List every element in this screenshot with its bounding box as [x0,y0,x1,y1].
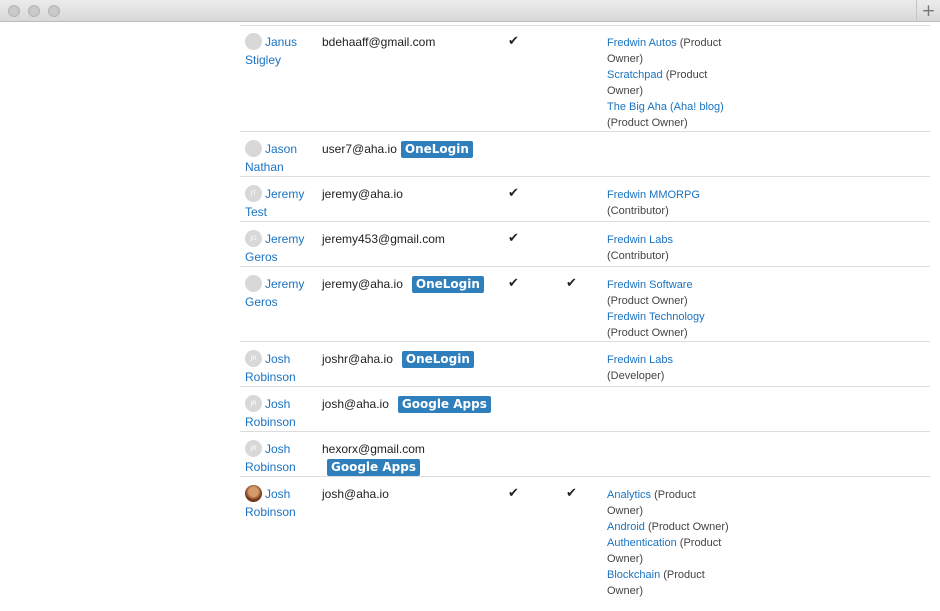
avatar [245,275,262,292]
user-email: jeremy@aha.io OneLogin [322,275,502,293]
avatar [245,140,262,157]
product-list: Fredwin Labs (Contributor) [607,232,732,264]
product-link[interactable]: Scratchpad [607,69,663,81]
table-row: JR Josh Robinson josh@aha.io Google Apps [240,387,930,432]
check-icon: ✔ [566,486,577,501]
user-email: jeremy453@gmail.com [322,232,445,246]
user-email: jeremy@aha.io [322,187,403,201]
user-name-link[interactable]: JR Josh Robinson [245,440,315,476]
user-name-link[interactable]: Jeremy Geros [245,275,315,311]
product-link[interactable]: Fredwin Technology [607,311,705,323]
google-apps-badge: Google Apps [327,459,420,476]
onelogin-badge: OneLogin [411,276,484,293]
product-link[interactable]: Fredwin Autos [607,37,677,49]
user-name-link[interactable]: JG Jeremy Geros [245,230,315,266]
onelogin-badge: OneLogin [401,351,474,368]
avatar: JR [245,440,262,457]
minimize-window-button[interactable] [28,5,40,17]
product-link[interactable]: Authentication [607,537,677,549]
zoom-window-button[interactable] [48,5,60,17]
table-row: JT Jeremy Test jeremy@aha.io ✔ Fredwin MM… [240,177,930,222]
product-role: (Product Owner) [647,521,729,533]
user-name-link[interactable]: JR Josh Robinson [245,395,315,431]
product-role: (Developer) [607,370,665,382]
user-name-link[interactable]: Jason Nathan [245,140,315,176]
google-apps-badge: Google Apps [397,396,491,413]
product-role: (Product Owner) [607,117,688,129]
table-row: Janus Stigley bdehaaff@gmail.com ✔ Fredw… [240,25,930,132]
check-icon: ✔ [508,231,519,246]
user-name-link[interactable]: Janus Stigley [245,33,315,69]
product-link[interactable]: Fredwin MMORPG [607,189,700,201]
table-row: JR Josh Robinson hexorx@gmail.com Google A… [240,432,930,477]
product-link[interactable]: Fredwin Software [607,279,693,291]
user-email: joshr@aha.io OneLogin [322,350,502,368]
user-name-link[interactable]: JT Jeremy Test [245,185,315,221]
user-email: hexorx@gmail.com Google Apps [322,442,425,476]
product-role: (Contributor) [607,205,669,217]
avatar: JG [245,230,262,247]
table-row: Josh Robinson josh@aha.io ✔ ✔ Analytics … [240,477,930,611]
user-email: josh@aha.io [322,487,389,501]
plus-icon: + [921,0,936,21]
product-link[interactable]: The Big Aha (Aha! blog) [607,101,724,113]
check-icon: ✔ [508,486,519,501]
product-list: Fredwin MMORPG (Contributor) [607,187,732,219]
new-tab-button[interactable]: + [916,0,940,22]
product-link[interactable]: Fredwin Labs [607,354,673,366]
avatar: JT [245,185,262,202]
users-table: Janus Stigley bdehaaff@gmail.com ✔ Fredw… [0,22,940,611]
check-icon: ✔ [508,34,519,49]
product-link[interactable]: Analytics [607,489,651,501]
product-list: Fredwin Labs (Developer) [607,352,732,384]
product-link[interactable]: Android [607,521,645,533]
product-role: (Product Owner) [607,295,688,307]
check-icon: ✔ [508,276,519,291]
product-list: Fredwin Autos (Product Owner) Scratchpad… [607,35,732,131]
product-role: (Product Owner) [607,327,688,339]
product-role: (Contributor) [607,250,669,262]
user-name-link[interactable]: Josh Robinson [245,485,315,521]
window-titlebar: + [0,0,940,22]
table-row: Jeremy Geros jeremy@aha.io OneLogin ✔ ✔ F… [240,267,930,342]
avatar [245,485,262,502]
avatar: JR [245,395,262,412]
user-email: josh@aha.io Google Apps [322,395,502,413]
onelogin-badge: OneLogin [400,141,473,158]
user-email: user7@aha.io OneLogin [322,140,502,158]
product-list: Analytics (Product Owner) Android (Produ… [607,487,732,599]
user-name-link[interactable]: JR Josh Robinson [245,350,315,386]
product-list: Fredwin Software (Product Owner) Fredwin… [607,277,732,341]
table-row: JG Jeremy Geros jeremy453@gmail.com ✔ Fre… [240,222,930,267]
avatar [245,33,262,50]
close-window-button[interactable] [8,5,20,17]
product-link[interactable]: Blockchain [607,569,660,581]
check-icon: ✔ [566,276,577,291]
avatar: JR [245,350,262,367]
table-row: JR Josh Robinson joshr@aha.io OneLogin Fre… [240,342,930,387]
check-icon: ✔ [508,186,519,201]
user-email: bdehaaff@gmail.com [322,35,436,49]
table-row: Jason Nathan user7@aha.io OneLogin [240,132,930,177]
product-link[interactable]: Fredwin Labs [607,234,673,246]
